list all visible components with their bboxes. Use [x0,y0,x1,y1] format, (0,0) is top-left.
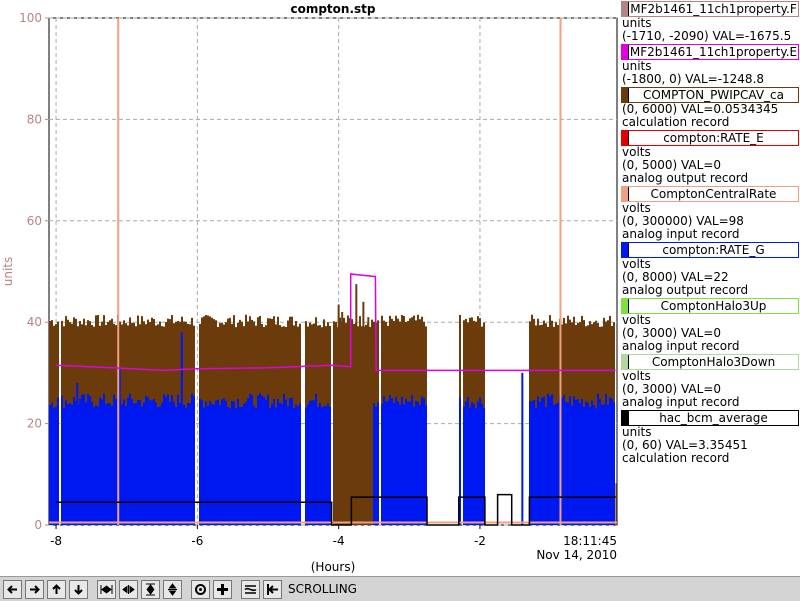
scroll-right-icon [28,583,41,596]
legend-swatch [622,88,629,102]
legend-entry-header[interactable]: ComptonHalo3Up [621,298,799,314]
legend-series-name: ComptonHalo3Down [651,355,776,369]
legend-series-name: MF2b1461_11ch1property.E [629,45,798,59]
x-tick-label: -6 [191,534,203,548]
x-axis-label: (Hours) [311,560,356,574]
legend-series-name: COMPTON_PWIPCAV_ca [642,88,785,102]
legend-entry-header[interactable]: ComptonHalo3Down [621,354,799,370]
zoom-out-y-button[interactable] [163,579,182,599]
legend-series-name: compton:RATE_G [662,243,765,257]
plot-settings-button[interactable] [241,579,260,599]
chart-title: compton.stp [290,2,375,16]
legend-entry-header[interactable]: MF2b1461_11ch1property.F [621,1,799,17]
scroll-down-button[interactable] [69,579,88,599]
legend-swatch [622,2,629,16]
x-tick-label: -8 [50,534,62,548]
zoom-out-y-icon [166,582,179,596]
legend-swatch [622,243,629,257]
legend-detail: analog input record [622,227,740,241]
legend-series-name: compton:RATE_E [663,131,764,145]
legend-entry[interactable]: ComptonCentralRate volts (0, 300000) VAL=9… [620,186,800,241]
legend-entry[interactable]: compton:RATE_G volts (0, 8000) VAL=22 analo… [620,242,800,297]
legend-swatch [622,187,629,201]
zoom-in-x-icon [100,583,113,596]
date-label: Nov 14, 2010 [536,548,617,562]
y-tick-label: 0 [34,518,42,532]
legend-entry[interactable]: compton:RATE_E volts (0, 5000) VAL=0 analog… [620,130,800,185]
legend-entry-header[interactable]: ComptonCentralRate [621,186,799,202]
legend-detail: calculation record [622,115,730,129]
y-tick-label: 40 [27,315,42,329]
legend-entry-header[interactable]: compton:RATE_G [621,242,799,258]
y-tick-label: 60 [27,214,42,228]
legend-entry-header[interactable]: COMPTON_PWIPCAV_ca [621,87,799,103]
scroll-right-button[interactable] [25,579,44,599]
legend-detail: calculation record [622,451,730,465]
scroll-up-icon [50,583,63,596]
plot-settings-icon [244,583,257,596]
zoom-out-x-button[interactable] [119,579,138,599]
legend-detail: analog output record [622,171,749,185]
plot-area [49,18,617,526]
time-label: 18:11:45 [563,534,617,548]
y-tick-label: 100 [19,11,42,25]
zoom-in-y-icon [144,583,157,596]
x-tick-label: -2 [474,534,486,548]
legend-series-name: hac_bcm_average [659,411,768,425]
y-tick-label: 20 [27,417,42,431]
scroll-down-icon [72,583,85,596]
legend-swatch [622,45,629,59]
zoom-in-x-button[interactable] [97,579,116,599]
legend-swatch [622,131,629,145]
legend-entry[interactable]: hac_bcm_average units (0, 60) VAL=3.35451 c… [620,410,800,465]
legend-detail: analog output record [622,283,749,297]
legend-panel: MF2b1461_11ch1property.F units (-1710, -20… [620,0,800,465]
legend-swatch [622,299,629,313]
legend-entry-header[interactable]: MF2b1461_11ch1property.E [621,44,799,60]
legend-series-name: MF2b1461_11ch1property.F [630,2,797,16]
legend-entry[interactable]: ComptonHalo3Down volts (0, 3000) VAL=0 anal… [620,354,800,409]
legend-entry[interactable]: COMPTON_PWIPCAV_ca (0, 6000) VAL=0.053434… [620,87,800,129]
legend-entry[interactable]: MF2b1461_11ch1property.F units (-1710, -20… [620,1,800,43]
x-tick-label: -4 [333,534,345,548]
scroll-left-button[interactable] [3,579,22,599]
add-pv-icon [216,583,229,596]
legend-series-name: ComptonCentralRate [650,187,777,201]
scroll-mode-button[interactable] [263,579,282,599]
zoom-out-x-icon [122,583,135,596]
legend-detail: analog input record [622,339,740,353]
add-pv-button[interactable] [213,579,232,599]
autoscale-icon [194,583,207,596]
legend-entry[interactable]: MF2b1461_11ch1property.E units (-1800, 0) … [620,44,800,86]
legend-detail: (-1800, 0) VAL=-1248.8 [622,72,765,86]
legend-entry[interactable]: ComptonHalo3Up volts (0, 3000) VAL=0 analog… [620,298,800,353]
y-axis-label: units [1,257,15,287]
legend-detail: analog input record [622,395,740,409]
legend-swatch [622,411,629,425]
autoscale-button[interactable] [191,579,210,599]
scroll-mode-icon [266,583,279,596]
scroll-up-button[interactable] [47,579,66,599]
legend-swatch [622,355,629,369]
toolbar: SCROLLING [0,576,800,601]
legend-entry-header[interactable]: hac_bcm_average [621,410,799,426]
y-tick-label: 80 [27,112,42,126]
zoom-in-y-button[interactable] [141,579,160,599]
legend-detail: (-1710, -2090) VAL=-1675.5 [622,29,792,43]
status-label: SCROLLING [288,582,357,596]
legend-series-name: ComptonHalo3Up [660,299,767,313]
legend-entry-header[interactable]: compton:RATE_E [621,130,799,146]
scroll-left-icon [6,583,19,596]
